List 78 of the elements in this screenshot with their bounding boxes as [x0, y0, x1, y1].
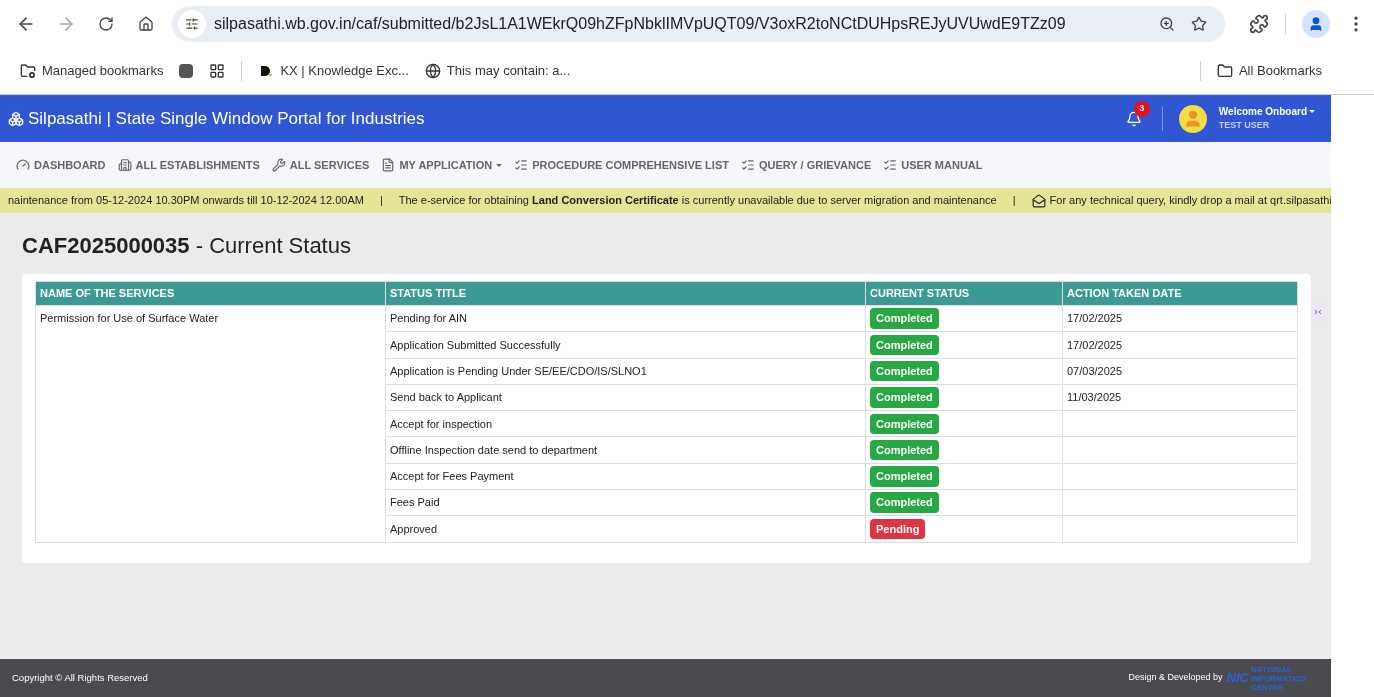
home-icon: [138, 16, 154, 32]
reload-icon: [98, 16, 114, 32]
list-icon: [514, 158, 529, 172]
user-name: TEST USER: [1218, 119, 1271, 133]
welcome-dropdown[interactable]: Welcome Onboard: [1218, 104, 1315, 120]
nav-link[interactable]: USER MANUAL: [883, 156, 983, 174]
notice-text: The e-service for obtaining Land Conversion Certificate is currently unavailable due to server migration and maintenance: [398, 193, 997, 209]
bookmark-star-icon[interactable]: [1191, 16, 1207, 32]
notification-button[interactable]: [1125, 110, 1142, 127]
separator-text: |: [1012, 193, 1016, 209]
all-bookmarks-button[interactable]: All Bookmarks: [1216, 61, 1322, 81]
wrench-icon: [271, 158, 286, 172]
status-badge: Completed: [870, 413, 939, 435]
document-icon: [381, 158, 396, 172]
nav-link[interactable]: DASHBOARD: [16, 156, 106, 174]
folder-icon: [20, 63, 36, 79]
status-badge: Completed: [870, 361, 939, 382]
table-cell: Pending for AIN: [385, 305, 866, 332]
status-badge: Completed: [870, 387, 939, 408]
status-badge: Completed: [870, 492, 939, 513]
table-cell: Application Submitted Successfully: [385, 331, 866, 359]
notice-text: naintenance from 05-12-2024 10.30PM onwards till 10-12-2024 12.00AM: [8, 193, 364, 209]
bookmark-item[interactable]: Managed bookmarks: [20, 61, 164, 81]
building-icon: [117, 158, 132, 172]
zoom-icon[interactable]: [1159, 16, 1175, 32]
bookmark-item[interactable]: [179, 64, 194, 78]
column-header: ACTION TAKEN DATE: [1062, 281, 1298, 306]
bookmark-item[interactable]: [209, 63, 226, 79]
table-cell: 17/02/2025: [1067, 338, 1123, 351]
url-text: silpasathi.wb.gov.in/caf/submitted/b2JsL1A1WEkrQ09hZFpNbklIMVpUQT09/V3oxR2toNCtDUHpsREJyUVUwdE9TZz09: [214, 14, 1067, 34]
gauge-icon: [16, 158, 30, 172]
site-settings-icon[interactable]: [178, 10, 206, 38]
separator-text: |: [379, 193, 383, 209]
status-badge: Completed: [870, 334, 939, 356]
globe-icon: [424, 63, 441, 79]
address-bar[interactable]: silpasathi.wb.gov.in/caf/submitted/b2JsL1A1WEkrQ09hZFpNbklIMVpUQT09/V3oxR2toNCtDUHpsREJyUVUwdE9TZz09: [172, 6, 1225, 42]
table-cell: 11/03/2025: [1067, 391, 1122, 404]
developed-by-text: Design & Developed by: [1128, 671, 1223, 685]
logo-icon: [8, 110, 24, 127]
nav-link[interactable]: ALL SERVICES: [271, 156, 370, 174]
page-title: CAF2025000035 - Current Status: [22, 232, 352, 260]
table-cell: Accept for inspection: [385, 410, 866, 437]
table-cell: Application is Pending Under SE/EE/CDO/IS/SLNO1: [385, 358, 866, 385]
list-icon: [740, 158, 755, 172]
column-header: STATUS TITLE: [385, 281, 866, 306]
bookmark-item[interactable]: KX | Knowledge Exc...: [258, 61, 409, 81]
nav-link[interactable]: PROCEDURE COMPREHENSIVE LIST: [514, 156, 729, 174]
table-cell: Fees Paid: [385, 489, 866, 516]
table-cell: Send back to Applicant: [385, 384, 866, 411]
table-cell: Offline Inspection date send to department: [385, 437, 866, 464]
extensions-icon[interactable]: [1249, 14, 1269, 34]
folder-icon: [1216, 63, 1233, 79]
nav-link[interactable]: MY APPLICATION: [381, 156, 503, 174]
copyright-text: Copyright © All Rights Reserved: [12, 670, 148, 685]
side-tab-icon[interactable]: [1311, 302, 1325, 322]
table-cell: Accept for Fees Payment: [385, 463, 866, 490]
column-header: CURRENT STATUS: [865, 281, 1063, 306]
status-badge: Pending: [870, 518, 926, 540]
list-icon: [883, 158, 898, 172]
nav-link[interactable]: ALL ESTABLISHMENTS: [117, 156, 260, 174]
apps-icon: [209, 63, 226, 79]
bookmark-item[interactable]: This may contain: a...: [424, 61, 571, 81]
notification-count: 3: [1133, 100, 1150, 117]
status-badge: Completed: [870, 439, 939, 461]
table-cell: Approved: [385, 515, 866, 543]
portal-title: Silpasathi | State Single Window Portal for Industries: [28, 107, 425, 130]
status-badge: Completed: [870, 466, 939, 487]
table-cell: Permission for Use of Surface Water: [35, 305, 386, 543]
letter-d-icon: [258, 63, 275, 79]
notice-text: For any technical query, kindly drop a mail at qrt.silpasathi: [1049, 193, 1331, 209]
mail-icon: [1031, 193, 1046, 208]
status-badge: Completed: [870, 308, 939, 329]
nav-link[interactable]: QUERY / GRIEVANCE: [740, 156, 872, 174]
profile-icon[interactable]: [1302, 10, 1330, 38]
table-cell: 17/02/2025: [1067, 312, 1123, 325]
column-header: NAME OF THE SERVICES: [35, 281, 386, 306]
avatar-icon: [1178, 104, 1207, 133]
table-cell: 07/03/2025: [1067, 365, 1123, 377]
